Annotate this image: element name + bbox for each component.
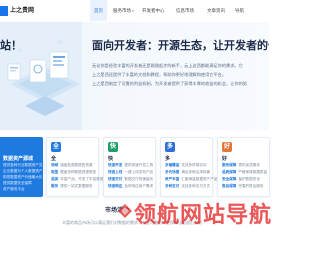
card-line: 领域 涵盖各类数据的资源 [51,163,93,167]
nav-item-label: 首页 [94,8,103,13]
card-line: 资产服务平台 [3,187,25,191]
hero-description-line: 无论你是经验丰富的开发者还是刚刚起步的新手，云上这西都能满足你的需求。它 [92,63,243,68]
site-logo[interactable]: 上之贵网 [0,6,34,16]
fast-icon: 快 [108,142,118,152]
feature-card-good[interactable]: 好 好 服务保障 提供优质服务 品质保障 严格审核数据质量 安全保障 保护数据安全 售… [217,137,270,197]
card-line: 安全保障 保护数据安全 [222,177,260,181]
full-icon: 全 [51,142,61,152]
card-line: 提供数据安全保障 [3,181,32,185]
card-line: 品类 丰富产品，开发了丰富类型 [51,177,104,181]
hero-title: 面向开发者：开源生态，让开发者的付出 [92,40,269,52]
hero-banner: 站！ 面向开发者：开源生态，让开发者的付出 无论你是经验丰富的开发者还是刚刚起步… [0,22,269,130]
feature-card-full[interactable]: 全 全 领域 涵盖各类数据的资源 类型 覆盖多种数据资源类型 品类 丰富产品，开发了丰… [46,137,103,197]
card-title: 全 [51,156,57,162]
card-title: 快 [108,156,114,162]
logo-mark-icon [0,6,8,16]
card-line: 多种支付 支持多种支付方式 [165,184,211,188]
card-line: 快速开发 提供快速开发工具 [108,163,154,167]
card-title: 好 [222,156,228,162]
feature-card-fast[interactable]: 快 快 快速开发 提供快速开发工具 快速上线 一键上线发布产品 快速交付 数据交付快速… [103,137,156,197]
card-line: 售后保障 完善的售后服务 [222,184,264,188]
top-navbar: 上之贵网 首页 服务市场▾ 开发者中心 信息市场 文章资讯 导航 [0,0,269,23]
hero-description-line: 上之是西还提供了丰富的文档和教程，帮助你更好地理解和使用它平台。 [92,72,227,77]
feature-card-data-assets[interactable]: 数据资产源城 提供各种行业数据资产交易 企业数据与个人数据资产交易 助您数据资产… [0,137,50,197]
logo-text: 上之贵网 [10,8,35,14]
watermark-overlay: 领航网站导航 [118,199,273,227]
nav-item-navigation[interactable]: 导航 [235,0,244,21]
nav-item-info-market[interactable]: 信息市场 [176,0,194,21]
nav-item-label: 导航 [235,8,244,13]
card-line: 服务保障 提供优质服务 [222,163,260,167]
card-line: 品质保障 严格审核数据质量 [222,170,268,174]
card-line: 企业数据与个人数据资产交易 [3,169,50,173]
card-line: 快速交付 数据交付快速高效 [108,177,154,181]
chevron-down-icon: ▾ [132,9,134,13]
hero-left-title: 站！ [0,40,22,52]
nav-item-label: 信息市场 [176,8,194,13]
nav-item-label: 开发者中心 [142,8,165,13]
nav-item-label: 服务市场 [113,8,131,13]
watermark-text: 领航网站导航 [134,202,273,227]
card-line: 资产丰富 汇聚海量数据资产产品 [165,177,218,181]
card-line: 助您数据资产价值最大化 [3,175,43,179]
nav-item-developer-center[interactable]: 开发者中心 [142,0,165,21]
feature-cards: 数据资产源城 提供各种行业数据资产交易 企业数据与个人数据资产交易 助您数据资产… [0,137,270,197]
card-line: 多元场景 满足多种应用场景 [165,170,211,174]
card-line: 多端覆盖 支持多终端访问 [165,163,207,167]
hero-description-line: 上之是西制定了可靠的利益机制，为开发者提供了获得丰厚的收益的机会，让你的努 [92,81,247,86]
feature-card-many[interactable]: 多 多 多端覆盖 支持多终端访问 多元场景 满足多种应用场景 资产丰富 汇聚海量数据资… [160,137,217,197]
nav-item-service-market[interactable]: 服务市场▾ [113,0,134,21]
card-line: 服务 提供一站式数据服务 [51,184,93,188]
card-title: 数据资产源城 [3,156,34,162]
nav-item-articles[interactable]: 文章资讯 [207,0,225,21]
nav-item-home[interactable]: 首页 [90,0,107,21]
nav-item-label: 文章资讯 [207,8,225,13]
card-line: 提供各种行业数据资产交易 [3,163,47,167]
card-line: 快速上线 一键上线发布产品 [108,170,154,174]
many-icon: 多 [165,142,175,152]
good-icon: 好 [222,142,232,152]
card-line: 类型 覆盖多种数据资源类型 [51,170,97,174]
card-title: 多 [165,156,171,162]
card-line: 快速响应 及时响应用户需求 [108,184,154,188]
diamond-logo-icon [118,204,132,218]
